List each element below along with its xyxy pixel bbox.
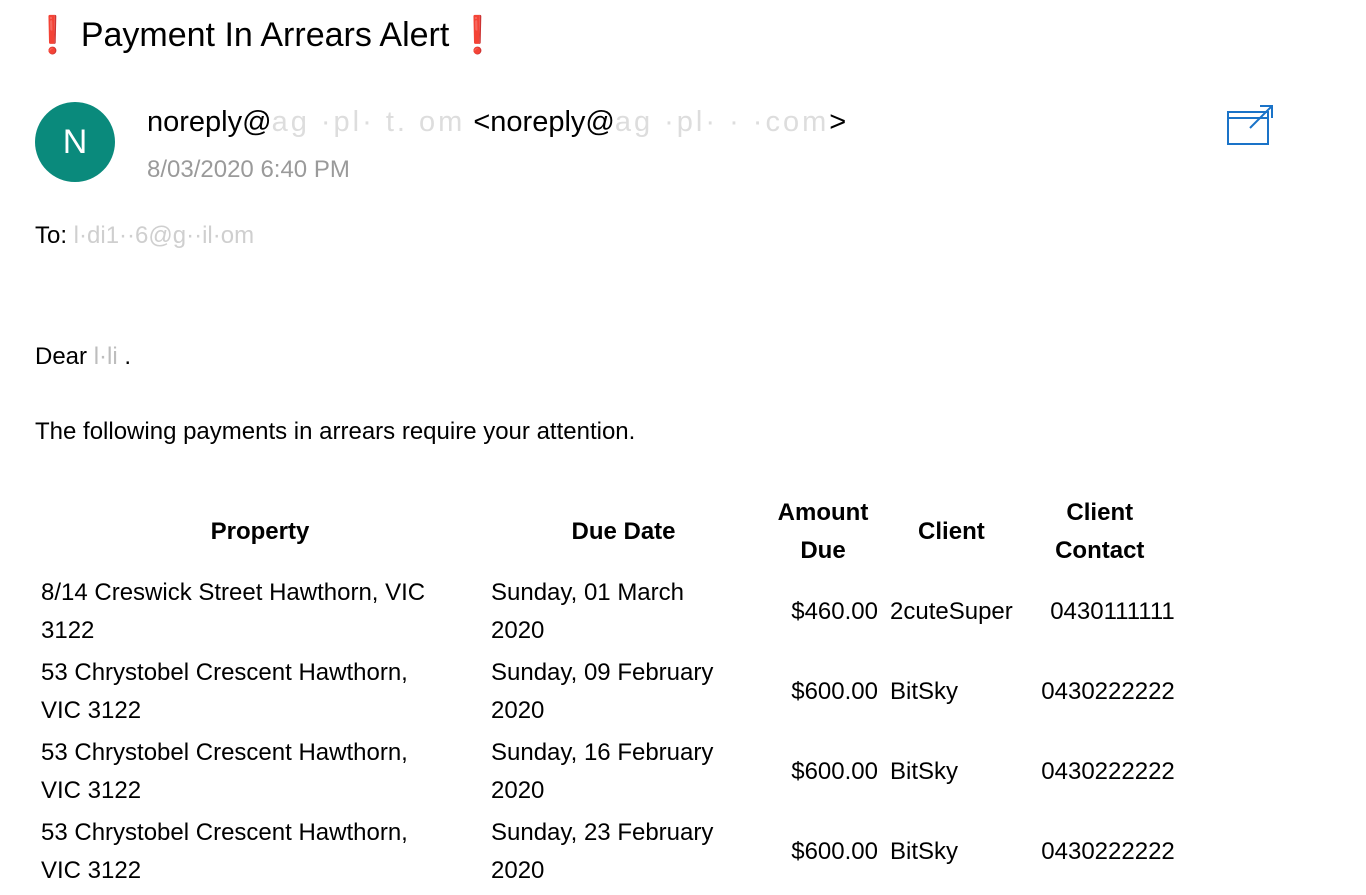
- cell-client: BitSky: [890, 758, 959, 785]
- cell-contact: 0430222222: [1041, 758, 1175, 785]
- email-timestamp: 8/03/2020 6:40 PM: [147, 156, 350, 183]
- header-client-contact: Client Contact: [1019, 492, 1181, 572]
- cell-due-date: Sunday, 16 February 2020: [485, 732, 762, 812]
- table-row: 53 Chrystobel Crescent Hawthorn, VIC 3122…: [35, 652, 1181, 732]
- cell-amount: $600.00: [791, 758, 878, 785]
- date-line2: 2020: [491, 617, 545, 644]
- header-due-date: Due Date: [571, 518, 676, 545]
- cell-client: 2cuteSuper: [890, 598, 1013, 625]
- email-view: ❗ Payment In Arrears Alert ❗ N noreply@a…: [0, 0, 1366, 895]
- sender-line[interactable]: noreply@ag ·pl· t. om <noreply@ag ·pl· ·…: [147, 106, 846, 139]
- table-header-row: Property Due Date Amount Due Client Clie…: [35, 492, 1181, 572]
- intro-text: The following payments in arrears requir…: [35, 418, 636, 445]
- date-line1: Sunday, 09 February: [491, 659, 714, 686]
- cell-client: BitSky: [890, 678, 959, 705]
- recipient-redacted: l·di1··6@g··il·om: [67, 222, 255, 249]
- cell-amount: $600.00: [791, 838, 878, 865]
- subject-text: Payment In Arrears Alert: [80, 15, 450, 54]
- sender-name: noreply@: [147, 106, 272, 138]
- header-amount-line1: Amount: [777, 499, 869, 526]
- cell-contact: 0430222222: [1041, 838, 1175, 865]
- sender-avatar[interactable]: N: [35, 102, 115, 182]
- cell-due-date: Sunday, 01 March 2020: [485, 572, 762, 652]
- greeting-text: Dear: [35, 343, 88, 370]
- cell-contact: 0430222222: [1041, 678, 1175, 705]
- cell-due-date: Sunday, 09 February 2020: [485, 652, 762, 732]
- property-line2: 3122: [41, 617, 95, 644]
- cell-property: 53 Chrystobel Crescent Hawthorn, VIC 3122: [35, 812, 485, 892]
- header-amount-line2: Due: [800, 537, 846, 564]
- date-line1: Sunday, 23 February: [491, 819, 714, 846]
- header-amount-due: Amount Due: [762, 492, 884, 572]
- avatar-initial: N: [62, 122, 88, 161]
- open-in-new-window-icon: [1227, 105, 1273, 145]
- cell-property: 53 Chrystobel Crescent Hawthorn, VIC 3122: [35, 652, 485, 732]
- date-line2: 2020: [491, 857, 545, 884]
- date-line1: Sunday, 16 February: [491, 739, 714, 766]
- sender-email-redacted: ag ·pl· · ·com: [614, 106, 830, 139]
- greeting: Dear l·li .: [35, 343, 131, 371]
- greeting-name-redacted: l·li: [87, 343, 118, 370]
- date-line2: 2020: [491, 777, 545, 804]
- alert-icon: ❗: [30, 14, 75, 55]
- cell-contact: 0430111111: [1050, 598, 1175, 625]
- property-line2: VIC 3122: [41, 777, 142, 804]
- cell-property: 8/14 Creswick Street Hawthorn, VIC 3122: [35, 572, 485, 652]
- date-line2: 2020: [491, 697, 545, 724]
- property-line2: VIC 3122: [41, 857, 142, 884]
- property-line2: VIC 3122: [41, 697, 142, 724]
- sender-email-open: <noreply@: [465, 106, 615, 138]
- property-line1: 53 Chrystobel Crescent Hawthorn,: [41, 659, 408, 686]
- to-label: To:: [35, 222, 68, 249]
- property-line1: 53 Chrystobel Crescent Hawthorn,: [41, 819, 408, 846]
- cell-amount: $460.00: [791, 598, 878, 625]
- alert-icon: ❗: [455, 14, 501, 55]
- greeting-end: .: [117, 343, 132, 370]
- property-line1: 53 Chrystobel Crescent Hawthorn,: [41, 739, 408, 766]
- cell-due-date: Sunday, 23 February 2020: [485, 812, 762, 892]
- sender-name-redacted: ag ·pl· t. om: [271, 106, 466, 139]
- cell-amount: $600.00: [791, 678, 878, 705]
- table-row: 8/14 Creswick Street Hawthorn, VIC 3122 S…: [35, 572, 1181, 652]
- header-client: Client: [918, 518, 985, 545]
- date-line1: Sunday, 01 March: [491, 579, 684, 606]
- table-row: 53 Chrystobel Crescent Hawthorn, VIC 3122…: [35, 812, 1181, 892]
- property-line1: 8/14 Creswick Street Hawthorn, VIC: [41, 579, 426, 606]
- sender-email-close: >: [829, 106, 847, 138]
- recipient-line: To: l·di1··6@g··il·om: [35, 222, 254, 250]
- header-property: Property: [210, 518, 310, 545]
- arrears-table: Property Due Date Amount Due Client Clie…: [35, 492, 1181, 892]
- email-subject: ❗ Payment In Arrears Alert ❗: [30, 14, 500, 56]
- cell-property: 53 Chrystobel Crescent Hawthorn, VIC 3122: [35, 732, 485, 812]
- open-in-new-window-button[interactable]: [1226, 104, 1274, 146]
- header-contact-line2: Contact: [1055, 537, 1145, 564]
- cell-client: BitSky: [890, 838, 959, 865]
- table-row: 53 Chrystobel Crescent Hawthorn, VIC 3122…: [35, 732, 1181, 812]
- header-contact-line1: Client: [1066, 499, 1134, 526]
